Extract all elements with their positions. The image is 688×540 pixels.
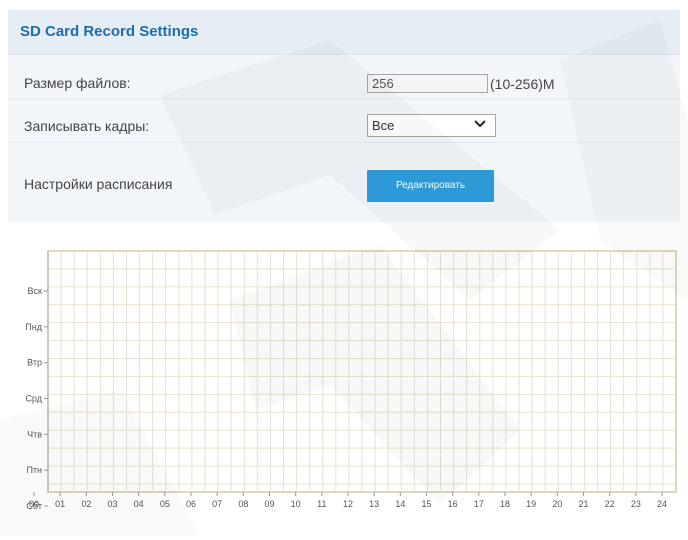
hour-label: 10 — [291, 499, 301, 509]
hour-label: 18 — [500, 499, 510, 509]
hour-label: 04 — [134, 499, 144, 509]
day-label: Пнд — [25, 322, 42, 332]
day-label: Чтв — [27, 429, 42, 439]
day-label: Птн — [26, 465, 42, 475]
hour-label: 00 — [29, 499, 39, 509]
hour-label: 12 — [343, 499, 353, 509]
file-size-range-hint: (10-256)M — [490, 76, 555, 92]
row-divider — [8, 98, 680, 99]
chevron-down-icon — [474, 120, 486, 128]
hour-label: 01 — [55, 499, 65, 509]
hour-label: 15 — [421, 499, 431, 509]
hour-label: 19 — [526, 499, 536, 509]
hour-label: 16 — [448, 499, 458, 509]
panel-title: SD Card Record Settings — [20, 23, 199, 40]
hour-label: 08 — [238, 499, 248, 509]
row-divider — [8, 142, 680, 143]
hour-label: 02 — [81, 499, 91, 509]
hour-label: 11 — [317, 499, 326, 509]
record-frames-selected: Все — [372, 118, 395, 133]
hour-label: 07 — [212, 499, 222, 509]
hour-label: 22 — [605, 499, 615, 509]
hour-label: 13 — [369, 499, 379, 509]
schedule-grid[interactable]: ВскПндВтрСрдЧтвПтнСбт00 01 02 03 04 05 06 07 08 0… — [0, 236, 688, 535]
hour-label: 23 — [631, 499, 641, 509]
day-label: Вск — [28, 286, 43, 296]
record-frames-label: Записывать кадры: — [24, 118, 150, 134]
schedule-settings-label: Настройки расписания — [24, 176, 173, 192]
file-size-label: Размер файлов: — [24, 75, 131, 91]
day-label: Втр — [27, 358, 42, 368]
schedule-chart: Вск Пнд Втр Срд Чтв Птн Сбт 00 01 02 03 04 05 06 07 08 0… — [0, 236, 688, 535]
hour-label: 14 — [395, 499, 405, 509]
record-frames-select[interactable]: Все — [367, 114, 496, 137]
edit-schedule-button[interactable]: Редактировать — [367, 170, 494, 202]
hour-label: 09 — [264, 499, 274, 509]
hour-label: 17 — [474, 499, 484, 509]
file-size-input[interactable] — [367, 74, 488, 93]
panel-header: SD Card Record Settings — [8, 10, 680, 55]
hour-label: 05 — [160, 499, 170, 509]
hour-label: 21 — [578, 499, 588, 509]
hour-label: 20 — [552, 499, 562, 509]
hour-label: 24 — [657, 499, 667, 509]
hour-label: 06 — [186, 499, 196, 509]
day-label: Срд — [25, 394, 42, 404]
hour-label: 03 — [107, 499, 117, 509]
